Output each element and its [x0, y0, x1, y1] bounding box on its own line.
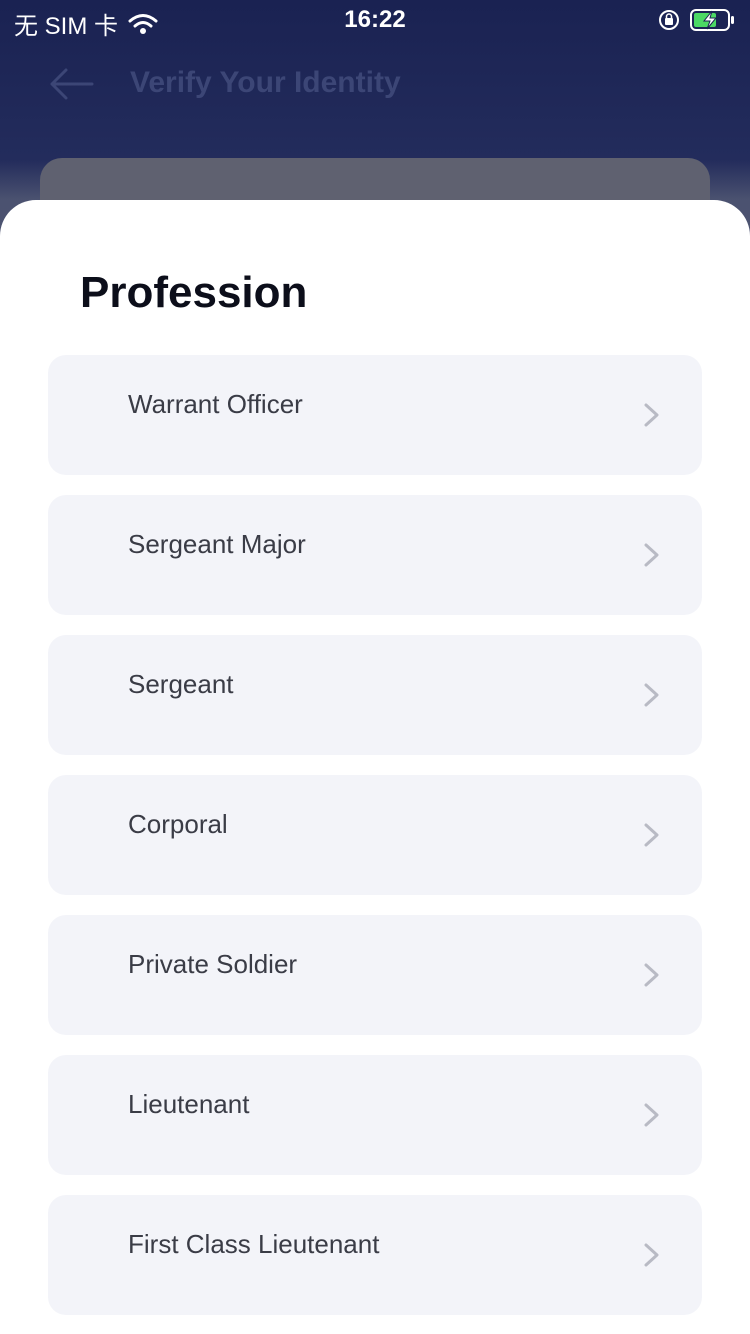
profession-sheet: Profession Warrant Officer Sergeant Majo…: [0, 200, 750, 1334]
option-label: Sergeant: [128, 669, 234, 699]
sheet-title: Profession: [80, 268, 308, 317]
chevron-right-icon: [644, 1243, 659, 1267]
arrow-left-icon: [50, 68, 94, 100]
profession-list: Warrant Officer Sergeant Major Sergeant …: [48, 355, 702, 1334]
chevron-right-icon: [644, 1103, 659, 1127]
chevron-right-icon: [644, 403, 659, 427]
chevron-right-icon: [644, 683, 659, 707]
back-button[interactable]: [46, 64, 96, 104]
battery-charging-icon: [690, 9, 734, 31]
option-sergeant-major[interactable]: Sergeant Major: [48, 495, 702, 615]
nav-bar: Verify Your Identity: [0, 50, 750, 120]
option-label: Corporal: [128, 809, 228, 839]
option-sergeant[interactable]: Sergeant: [48, 635, 702, 755]
chevron-right-icon: [644, 543, 659, 567]
option-label: First Class Lieutenant: [128, 1229, 380, 1259]
option-label: Lieutenant: [128, 1089, 250, 1119]
option-warrant-officer[interactable]: Warrant Officer: [48, 355, 702, 475]
chevron-right-icon: [644, 963, 659, 987]
option-lieutenant[interactable]: Lieutenant: [48, 1055, 702, 1175]
option-label: Warrant Officer: [128, 389, 303, 419]
option-corporal[interactable]: Corporal: [48, 775, 702, 895]
orientation-lock-icon: [659, 10, 679, 30]
clock: 16:22: [344, 6, 406, 33]
option-label: Sergeant Major: [128, 529, 306, 559]
option-private-soldier[interactable]: Private Soldier: [48, 915, 702, 1035]
page-title: Verify Your Identity: [130, 66, 401, 99]
chevron-right-icon: [644, 823, 659, 847]
option-first-class-lieutenant[interactable]: First Class Lieutenant: [48, 1195, 702, 1315]
option-label: Private Soldier: [128, 949, 298, 979]
status-bar: 无 SIM 卡 16:22: [0, 0, 750, 40]
